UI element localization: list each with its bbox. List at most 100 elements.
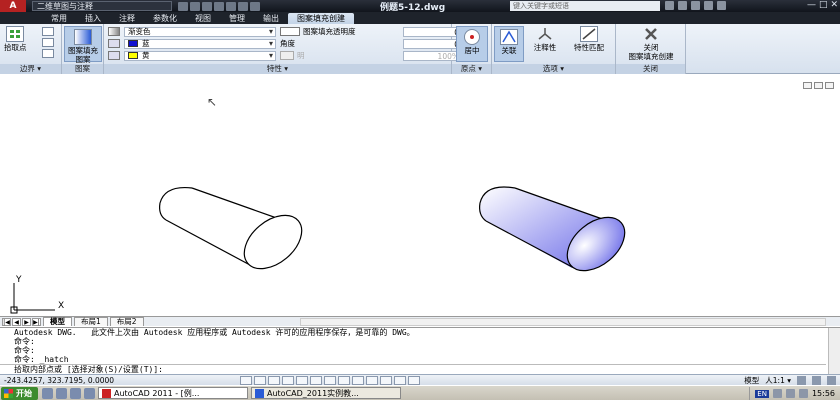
qp-toggle[interactable] [394, 375, 406, 385]
application-menu-button[interactable]: A [0, 0, 26, 12]
last-layout-button[interactable]: ▶| [32, 317, 41, 326]
tab-insert[interactable]: 插入 [76, 13, 110, 24]
quick-launch-icon[interactable] [56, 387, 67, 399]
panel-label-pattern: 图案 [62, 64, 103, 74]
tab-hatch-creation[interactable]: 图案填充创建 [288, 13, 354, 24]
save-icon[interactable] [202, 1, 212, 11]
language-indicator[interactable]: EN [755, 389, 769, 398]
otrack-toggle[interactable] [324, 375, 336, 385]
volume-icon[interactable] [798, 389, 808, 398]
workspace-switch-icon[interactable] [797, 376, 806, 385]
tab-view[interactable]: 视图 [186, 13, 220, 24]
new-icon[interactable] [178, 1, 188, 11]
match-properties-icon [580, 26, 598, 42]
open-icon[interactable] [190, 1, 200, 11]
layout-tab-layout1[interactable]: 布局1 [74, 317, 108, 326]
ucs-y-label: Y [16, 275, 22, 285]
ducs-toggle[interactable] [338, 375, 350, 385]
command-scrollbar[interactable] [828, 328, 840, 374]
recreate-boundary-icon[interactable] [42, 49, 54, 58]
undo-icon[interactable] [226, 1, 236, 11]
hatch-type-row: 渐变色 [108, 26, 276, 37]
gradient-color1-icon [108, 39, 120, 48]
3dosnap-toggle[interactable] [310, 375, 322, 385]
coordinates-display[interactable]: -243.4257, 323.7195, 0.0000 [0, 376, 240, 385]
favorites-icon[interactable] [704, 1, 713, 10]
center-origin-button[interactable]: 居中 [456, 26, 488, 62]
quick-launch [42, 387, 95, 399]
sc-toggle[interactable] [408, 375, 420, 385]
gradient-color1-dropdown[interactable]: 蓝 [124, 38, 276, 49]
quick-launch-icon[interactable] [84, 387, 95, 399]
next-layout-button[interactable]: ▶ [22, 317, 31, 326]
taskbar-item-autocad[interactable]: AutoCAD 2011 - [例... [98, 387, 248, 399]
close-hatch-creation-button[interactable]: 关闭 图案填充创建 [620, 26, 682, 61]
search-icon[interactable] [665, 1, 674, 10]
associative-button[interactable]: 关联 [494, 26, 524, 62]
tray-icon[interactable] [785, 389, 795, 398]
search-input[interactable]: 键入关键字或短语 [510, 1, 660, 11]
associative-icon [500, 29, 518, 45]
layout-tab-layout2[interactable]: 布局2 [109, 317, 144, 326]
tray-icon[interactable] [772, 389, 782, 398]
prev-layout-button[interactable]: ◀ [12, 317, 21, 326]
transparency-dropdown[interactable] [280, 27, 300, 36]
left-cylinder[interactable] [150, 181, 312, 279]
start-button[interactable]: 开始 [1, 386, 38, 400]
drawing-canvas[interactable]: ↖ Y X [0, 75, 840, 316]
tab-manage[interactable]: 管理 [220, 13, 254, 24]
remove-boundary-icon[interactable] [42, 38, 54, 47]
panel-label-properties[interactable]: 特性 ▾ [104, 64, 451, 74]
command-input[interactable]: 拾取内部点或 [选择对象(S)/设置(T)]: [0, 364, 826, 374]
quick-launch-icon[interactable] [70, 387, 81, 399]
lwt-toggle[interactable] [366, 375, 378, 385]
right-cylinder-gradient-hatch[interactable] [479, 186, 635, 281]
hatch-pattern-button[interactable]: 图案填充图案 [64, 26, 102, 64]
tab-parametric[interactable]: 参数化 [144, 13, 186, 24]
minimize-button[interactable]: — [807, 0, 816, 10]
maximize-button[interactable]: □ [819, 0, 828, 10]
annotative-button[interactable]: 注释性 [528, 26, 562, 52]
command-history-line: 命令: [14, 337, 35, 346]
match-properties-button[interactable]: 特性匹配 [566, 26, 612, 52]
window-buttons: — □ ✕ [807, 0, 838, 10]
save-as-icon[interactable] [214, 1, 224, 11]
communication-icon[interactable] [691, 1, 700, 10]
first-layout-button[interactable]: |◀ [2, 317, 11, 326]
plot-icon[interactable] [250, 1, 260, 11]
redo-icon[interactable] [238, 1, 248, 11]
workspace-dropdown[interactable]: 二维草图与注释 [32, 1, 172, 11]
panel-label-boundary[interactable]: 边界 ▾ [0, 64, 61, 74]
taskbar-item-document[interactable]: AutoCAD_2011实例教... [251, 387, 401, 399]
tab-annotate[interactable]: 注释 [110, 13, 144, 24]
lock-icon[interactable] [812, 376, 821, 385]
horizontal-scrollbar[interactable] [300, 318, 826, 326]
panel-label-options[interactable]: 选项 ▾ [492, 64, 615, 74]
pick-points-icon [6, 26, 25, 42]
clean-screen-icon[interactable] [827, 376, 836, 385]
tint-toggle-icon[interactable] [280, 51, 294, 60]
pick-points-button[interactable]: 拾取点 [4, 26, 27, 52]
close-button[interactable]: ✕ [830, 0, 838, 10]
status-bar: -243.4257, 323.7195, 0.0000 模型 人1:1 ▾ [0, 374, 840, 385]
tab-home[interactable]: 常用 [42, 13, 76, 24]
gradient-color2-dropdown[interactable]: 黄 [124, 50, 276, 61]
ortho-toggle[interactable] [268, 375, 280, 385]
help-icon[interactable] [717, 1, 726, 10]
tab-output[interactable]: 输出 [254, 13, 288, 24]
grid-toggle[interactable] [254, 375, 266, 385]
layout-tab-model[interactable]: 模型 [43, 317, 72, 326]
dyn-toggle[interactable] [352, 375, 364, 385]
polar-toggle[interactable] [282, 375, 294, 385]
select-objects-icon[interactable] [42, 27, 54, 36]
infocenter-icons [665, 1, 726, 10]
tpy-toggle[interactable] [380, 375, 392, 385]
panel-label-close: 关闭 [616, 64, 685, 74]
snap-toggle[interactable] [240, 375, 252, 385]
quick-launch-icon[interactable] [42, 387, 53, 399]
hatch-type-dropdown[interactable]: 渐变色 [124, 26, 276, 37]
panel-origin: 居中 原点 ▾ [452, 24, 492, 74]
panel-label-origin[interactable]: 原点 ▾ [452, 64, 491, 74]
subscription-icon[interactable] [678, 1, 687, 10]
osnap-toggle[interactable] [296, 375, 308, 385]
